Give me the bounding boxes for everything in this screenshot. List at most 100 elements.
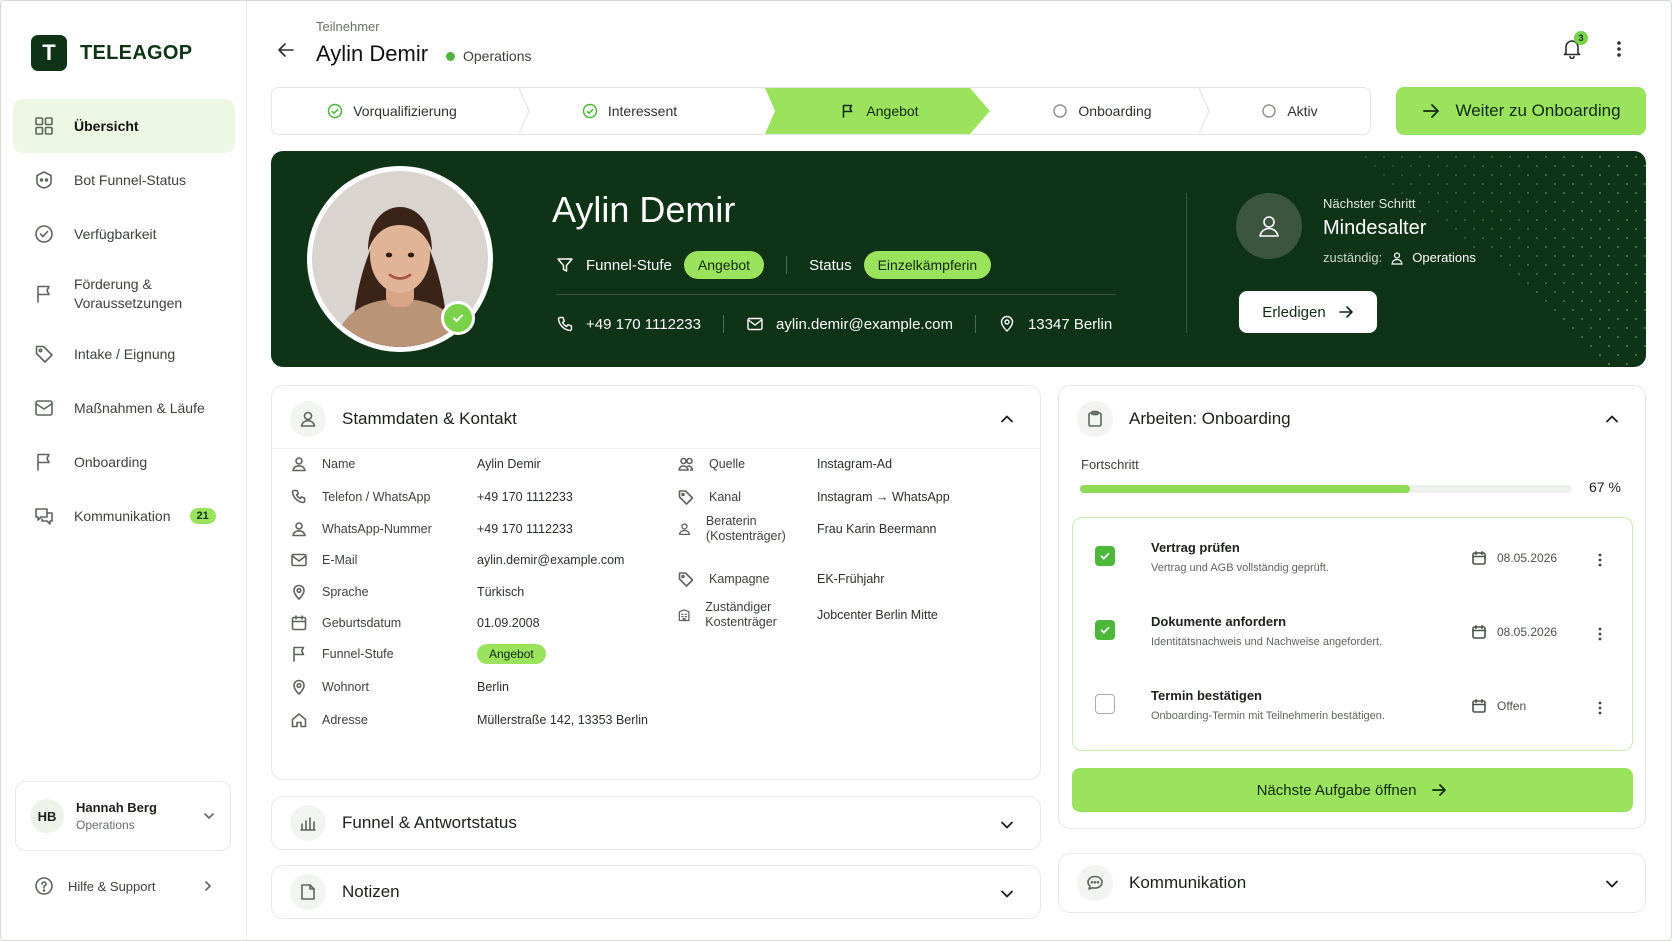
field-row: Beraterin (Kostenträger) Frau Karin Beerm…	[677, 514, 937, 544]
chat-icon-circle	[1077, 865, 1113, 901]
hero-contact-row: +49 170 1112233 aylin.demir@example.com …	[556, 315, 1112, 333]
check-circle-icon	[35, 225, 53, 243]
step-label: Vorqualifizierung	[353, 103, 457, 119]
field-key: E-Mail	[290, 551, 477, 569]
field-label: Kanal	[709, 489, 741, 504]
task-checkbox[interactable]	[1095, 546, 1115, 566]
funnel-stepper: Vorqualifizierung Interessent Angebot On…	[271, 87, 1371, 135]
avatar: HB	[30, 799, 64, 833]
step-interessent[interactable]: Interessent	[522, 88, 737, 134]
sidebar-item-label: Bot Funnel-Status	[74, 171, 187, 188]
back-arrow-icon[interactable]	[275, 39, 297, 61]
hero-email[interactable]: aylin.demir@example.com	[776, 316, 953, 333]
field-row: WhatsApp-Nummer +49 170 1112233	[290, 520, 573, 538]
task-more-icon[interactable]	[1597, 700, 1603, 716]
funnel-icon	[557, 258, 573, 272]
arrow-right-icon	[1338, 306, 1353, 318]
sidebar-item-foerderung[interactable]: Förderung & Voraussetzungen	[13, 261, 235, 327]
task-title[interactable]: Dokumente anfordern	[1151, 614, 1286, 629]
sidebar-item-intake[interactable]: Intake / Eignung	[13, 327, 235, 381]
field-key: WhatsApp-Nummer	[290, 520, 477, 538]
verified-badge	[441, 301, 475, 335]
app-window: T TELEAGOP Übersicht Bot Funnel-Status V…	[0, 0, 1672, 941]
sidebar-item-bot-funnel-status[interactable]: Bot Funnel-Status	[13, 153, 235, 207]
check-circle-icon	[582, 103, 598, 119]
breadcrumb[interactable]: Teilnehmer	[316, 19, 380, 34]
calendar-icon	[1472, 699, 1486, 713]
field-row: Kanal Instagram → WhatsApp	[677, 488, 950, 506]
logo[interactable]: T TELEAGOP	[31, 35, 192, 71]
field-label: Geburtsdatum	[322, 615, 402, 630]
status-label: Status	[809, 256, 852, 274]
step-aktiv[interactable]: Aktiv	[1207, 88, 1370, 134]
field-label: Sprache	[322, 584, 369, 599]
chevron-up-icon[interactable]	[999, 411, 1015, 427]
open-next-task-button[interactable]: Nächste Aufgabe öffnen	[1072, 768, 1633, 812]
chevron-down-icon[interactable]	[1604, 876, 1620, 892]
flag-icon	[37, 285, 50, 303]
continue-onboarding-button[interactable]: Weiter zu Onboarding	[1396, 87, 1646, 135]
field-key: Funnel-Stufe	[290, 645, 477, 663]
field-row: Geburtsdatum 01.09.2008	[290, 614, 540, 632]
task-description: Identitätsnachweis und Nachweise angefor…	[1151, 636, 1383, 648]
hero-phone[interactable]: +49 170 1112233	[586, 316, 701, 333]
page-title: Aylin Demir	[316, 41, 429, 66]
field-row: E-Mail aylin.demir@example.com	[290, 551, 624, 569]
progress-percent: 67 %	[1589, 479, 1621, 495]
home-icon	[291, 713, 307, 728]
field-value: aylin.demir@example.com	[477, 553, 625, 567]
clipboard-icon	[1088, 410, 1102, 427]
stammdaten-header[interactable]: Stammdaten & Kontakt	[290, 401, 517, 437]
field-key: Name	[290, 455, 477, 473]
task-date: Offen	[1497, 699, 1527, 713]
chevron-down-icon[interactable]	[999, 886, 1015, 902]
step-onboarding[interactable]: Onboarding	[992, 88, 1212, 134]
check-icon	[1100, 552, 1110, 560]
section-title: Stammdaten & Kontakt	[342, 409, 517, 428]
sidebar-item-label: Übersicht	[74, 117, 139, 134]
user-icon	[292, 457, 306, 472]
progress-fill	[1080, 485, 1410, 493]
communication-card[interactable]: Kommunikation	[1058, 853, 1646, 913]
task-more-icon[interactable]	[1597, 552, 1603, 568]
hero-status-row: Funnel-Stufe Angebot Status Einzelkämpfe…	[556, 251, 992, 279]
mail-icon	[291, 553, 307, 567]
field-row: Name Aylin Demir	[290, 455, 541, 473]
sidebar-item-kommunikation[interactable]: Kommunikation 21	[13, 489, 235, 543]
more-options-icon[interactable]	[1615, 39, 1623, 59]
section-title: Arbeiten: Onboarding	[1129, 409, 1291, 428]
funnel-status-card[interactable]: Funnel & Antwortstatus	[271, 796, 1041, 850]
complete-step-button[interactable]: Erledigen	[1239, 291, 1377, 333]
complete-step-label: Erledigen	[1262, 303, 1326, 321]
sidebar-item-verfuegbarkeit[interactable]: Verfügbarkeit	[13, 207, 235, 261]
task-checkbox[interactable]	[1095, 694, 1115, 714]
chevron-down-icon[interactable]	[999, 817, 1015, 833]
field-value: Jobcenter Berlin Mitte	[817, 608, 938, 622]
field-row: Quelle Instagram-Ad	[677, 455, 892, 473]
task-date: 08.05.2026	[1497, 551, 1558, 565]
task-title[interactable]: Vertrag prüfen	[1151, 540, 1240, 555]
task-list: Vertrag prüfen Vertrag und AGB vollständ…	[1072, 517, 1633, 751]
field-label: Quelle	[709, 456, 746, 471]
step-angebot[interactable]: Angebot	[777, 88, 982, 134]
task-checkbox[interactable]	[1095, 620, 1115, 640]
help-support-link[interactable]: Hilfe & Support	[34, 876, 214, 896]
sidebar-item-uebersicht[interactable]: Übersicht	[13, 99, 235, 153]
status-dot	[446, 51, 455, 61]
field-label: Name	[322, 456, 356, 471]
task-more-icon[interactable]	[1597, 626, 1603, 642]
step-vorqualifizierung[interactable]: Vorqualifizierung	[272, 88, 512, 134]
onboarding-header[interactable]: Arbeiten: Onboarding	[1077, 401, 1291, 437]
circle-icon	[1053, 104, 1068, 118]
check-icon	[1100, 626, 1110, 634]
chevron-up-icon[interactable]	[1604, 411, 1620, 427]
user-icon	[678, 523, 691, 536]
notes-card[interactable]: Notizen	[271, 865, 1041, 919]
sidebar-item-label: Förderung & Voraussetzungen	[74, 276, 183, 311]
sidebar-item-label: Verfügbarkeit	[74, 225, 157, 242]
user-menu[interactable]: HB Hannah Berg Operations	[15, 781, 231, 851]
field-label: Beraterin (Kostenträger)	[705, 514, 786, 543]
sidebar-item-massnahmen[interactable]: Maßnahmen & Läufe	[13, 381, 235, 435]
sidebar-item-onboarding[interactable]: Onboarding	[13, 435, 235, 489]
task-title[interactable]: Termin bestätigen	[1151, 688, 1262, 703]
